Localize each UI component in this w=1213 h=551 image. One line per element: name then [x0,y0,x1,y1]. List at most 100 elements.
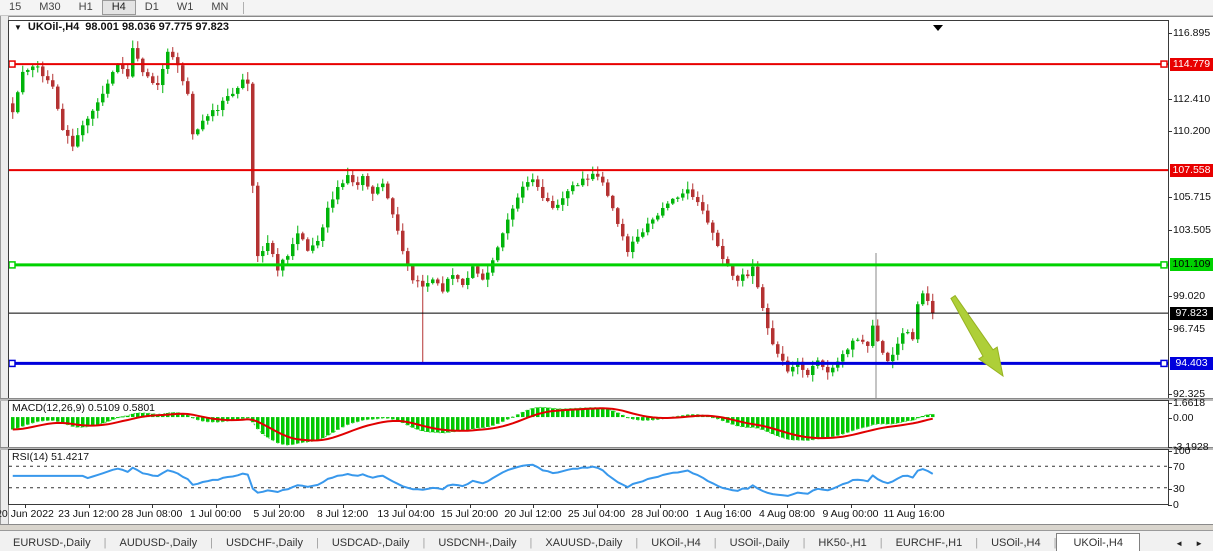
rsi-axis-label: 0 [1173,499,1179,511]
candle-body [861,340,865,342]
timeframe-button-m30[interactable]: M30 [30,0,69,15]
candle-body [851,341,855,350]
candle-body [161,69,165,85]
hline-handle-right[interactable] [1161,360,1167,366]
candle-body [126,69,130,76]
hline-handle-left[interactable] [9,360,15,366]
timeframe-button-h1[interactable]: H1 [70,0,102,15]
timeframe-button-w1[interactable]: W1 [168,0,203,15]
candle-body [646,224,650,233]
candle-body [466,278,470,285]
candle-body [191,94,195,134]
chart-tab-ukoil-h4[interactable]: UKOil-,H4 [638,534,714,551]
candle-body [241,80,245,88]
macd-histogram-bar [921,416,925,417]
chart-tab-eurchf-h1[interactable]: EURCHF-,H1 [883,534,976,551]
candle-body [731,266,735,276]
candle-body [536,179,540,187]
candle-body [561,198,565,205]
axis-tick-mark [1168,230,1172,231]
chart-tab-hk50-h1[interactable]: HK50-,H1 [805,534,879,551]
candle-body [811,366,815,375]
chart-tab-active[interactable]: UKOil-,H4 [1056,533,1140,551]
macd-histogram-bar [601,408,605,417]
candle-body [271,243,275,254]
candle-body [906,332,910,333]
candle-body [386,184,390,199]
candle-body [636,237,640,242]
macd-histogram-bar [96,417,100,425]
chart-tab-bar: EURUSD-,Daily|AUDUSD-,Daily|USDCHF-,Dail… [0,530,1213,551]
hline-handle-right[interactable] [1161,61,1167,67]
candle-body [206,116,210,121]
candle-body [626,236,630,252]
chart-ohlc-values: 98.001 98.036 97.775 97.823 [85,21,229,33]
candle-body [831,368,835,373]
tab-scroll-controls: ◄► [1175,539,1203,551]
chart-tab-xauusd-daily[interactable]: XAUUSD-,Daily [532,534,635,551]
rsi-axis-label: 70 [1173,461,1185,473]
time-axis-label: 23 Jun 12:00 [58,508,119,520]
macd-histogram-bar [41,417,45,421]
hline-handle-right[interactable] [1161,262,1167,268]
candle-body [121,65,125,69]
chart-shift-marker-icon[interactable] [933,25,943,31]
macd-histogram-bar [461,417,465,431]
chart-tab-usdcad-daily[interactable]: USDCAD-,Daily [319,534,423,551]
chart-tab-usoil-h4[interactable]: USOil-,H4 [978,534,1054,551]
candle-body [276,254,280,270]
macd-histogram-bar [101,417,105,423]
time-axis-label: 1 Jul 00:00 [190,508,241,520]
candle-body [76,135,80,146]
chart-tab-usoil-daily[interactable]: USOil-,Daily [717,534,803,551]
candle-body [456,275,460,279]
candle-body [136,48,140,59]
tab-scroll-left-icon[interactable]: ◄ [1175,539,1183,548]
candle-body [326,208,330,228]
macd-histogram-bar [336,417,340,430]
macd-histogram-bar [131,414,135,417]
price-level-tag-114.779: 114.779 [1170,58,1213,71]
candle-body [926,293,930,301]
hline-handle-left[interactable] [9,61,15,67]
toolbar-separator [243,2,244,14]
chart-tab-usdchf-daily[interactable]: USDCHF-,Daily [213,534,316,551]
candle-body [896,344,900,355]
candle-body [346,175,350,183]
macd-histogram-bar [106,417,110,421]
tab-scroll-right-icon[interactable]: ► [1195,539,1203,548]
candle-body [766,308,770,328]
timeframe-button-15[interactable]: 15 [0,0,30,15]
candle-body [891,355,895,361]
macd-histogram-bar [751,417,755,427]
candle-body [366,176,370,187]
macd-histogram-bar [321,417,325,438]
candle-body [661,208,665,216]
candle-body [886,353,890,361]
candle-body [656,216,660,220]
hline-handle-left[interactable] [9,262,15,268]
candle-body [476,266,480,273]
macd-histogram-bar [821,417,825,438]
candle-body [356,182,360,185]
chart-tab-usdcnh-daily[interactable]: USDCNH-,Daily [425,534,529,551]
axis-tick-mark [1168,418,1172,419]
time-axis-label: 28 Jul 00:00 [631,508,688,520]
timeframe-button-mn[interactable]: MN [202,0,237,15]
chart-tab-audusd-daily[interactable]: AUDUSD-,Daily [106,534,210,551]
macd-histogram-bar [606,409,610,417]
axis-tick-mark [1168,505,1172,506]
price-chart-svg[interactable] [9,21,1168,398]
timeframe-button-h4[interactable]: H4 [102,0,136,15]
candle-body [876,326,880,341]
macd-histogram-bar [766,417,770,432]
candle-body [51,80,55,86]
candle-body [756,267,760,287]
candle-body [131,48,135,76]
chart-dropdown-icon[interactable]: ▼ [14,23,22,32]
candle-body [596,174,600,177]
chart-tab-eurusd-daily[interactable]: EURUSD-,Daily [0,534,104,551]
candle-body [71,136,75,147]
macd-histogram-bar [291,417,295,444]
timeframe-button-d1[interactable]: D1 [136,0,168,15]
